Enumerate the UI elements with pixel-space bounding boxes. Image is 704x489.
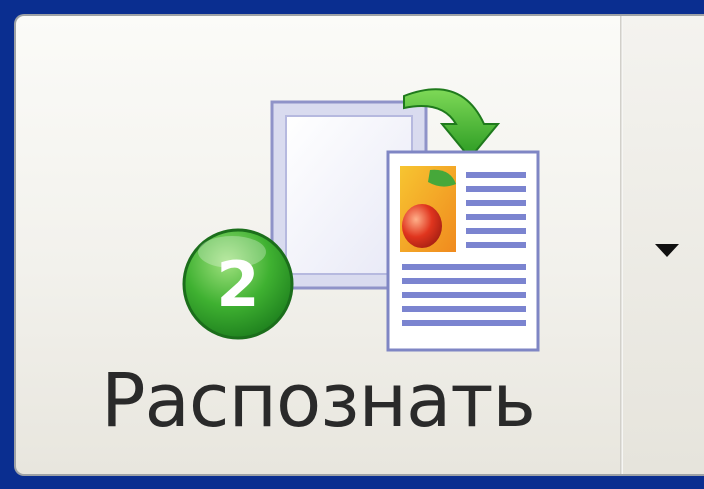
recognize-button-label: Распознать xyxy=(100,358,536,444)
step-badge-icon: 2 xyxy=(182,228,294,340)
step-badge-number: 2 xyxy=(216,248,259,321)
recognized-page-icon xyxy=(386,150,540,352)
recognize-button[interactable]: 2 Распознать xyxy=(16,16,620,474)
recognize-document-icon: 2 xyxy=(182,88,540,352)
recognize-dropdown-button[interactable] xyxy=(623,16,704,474)
recognize-split-button: 2 Распознать xyxy=(14,14,704,476)
window-frame: 2 Распознать xyxy=(0,0,704,489)
triangle-down-icon xyxy=(655,244,679,257)
